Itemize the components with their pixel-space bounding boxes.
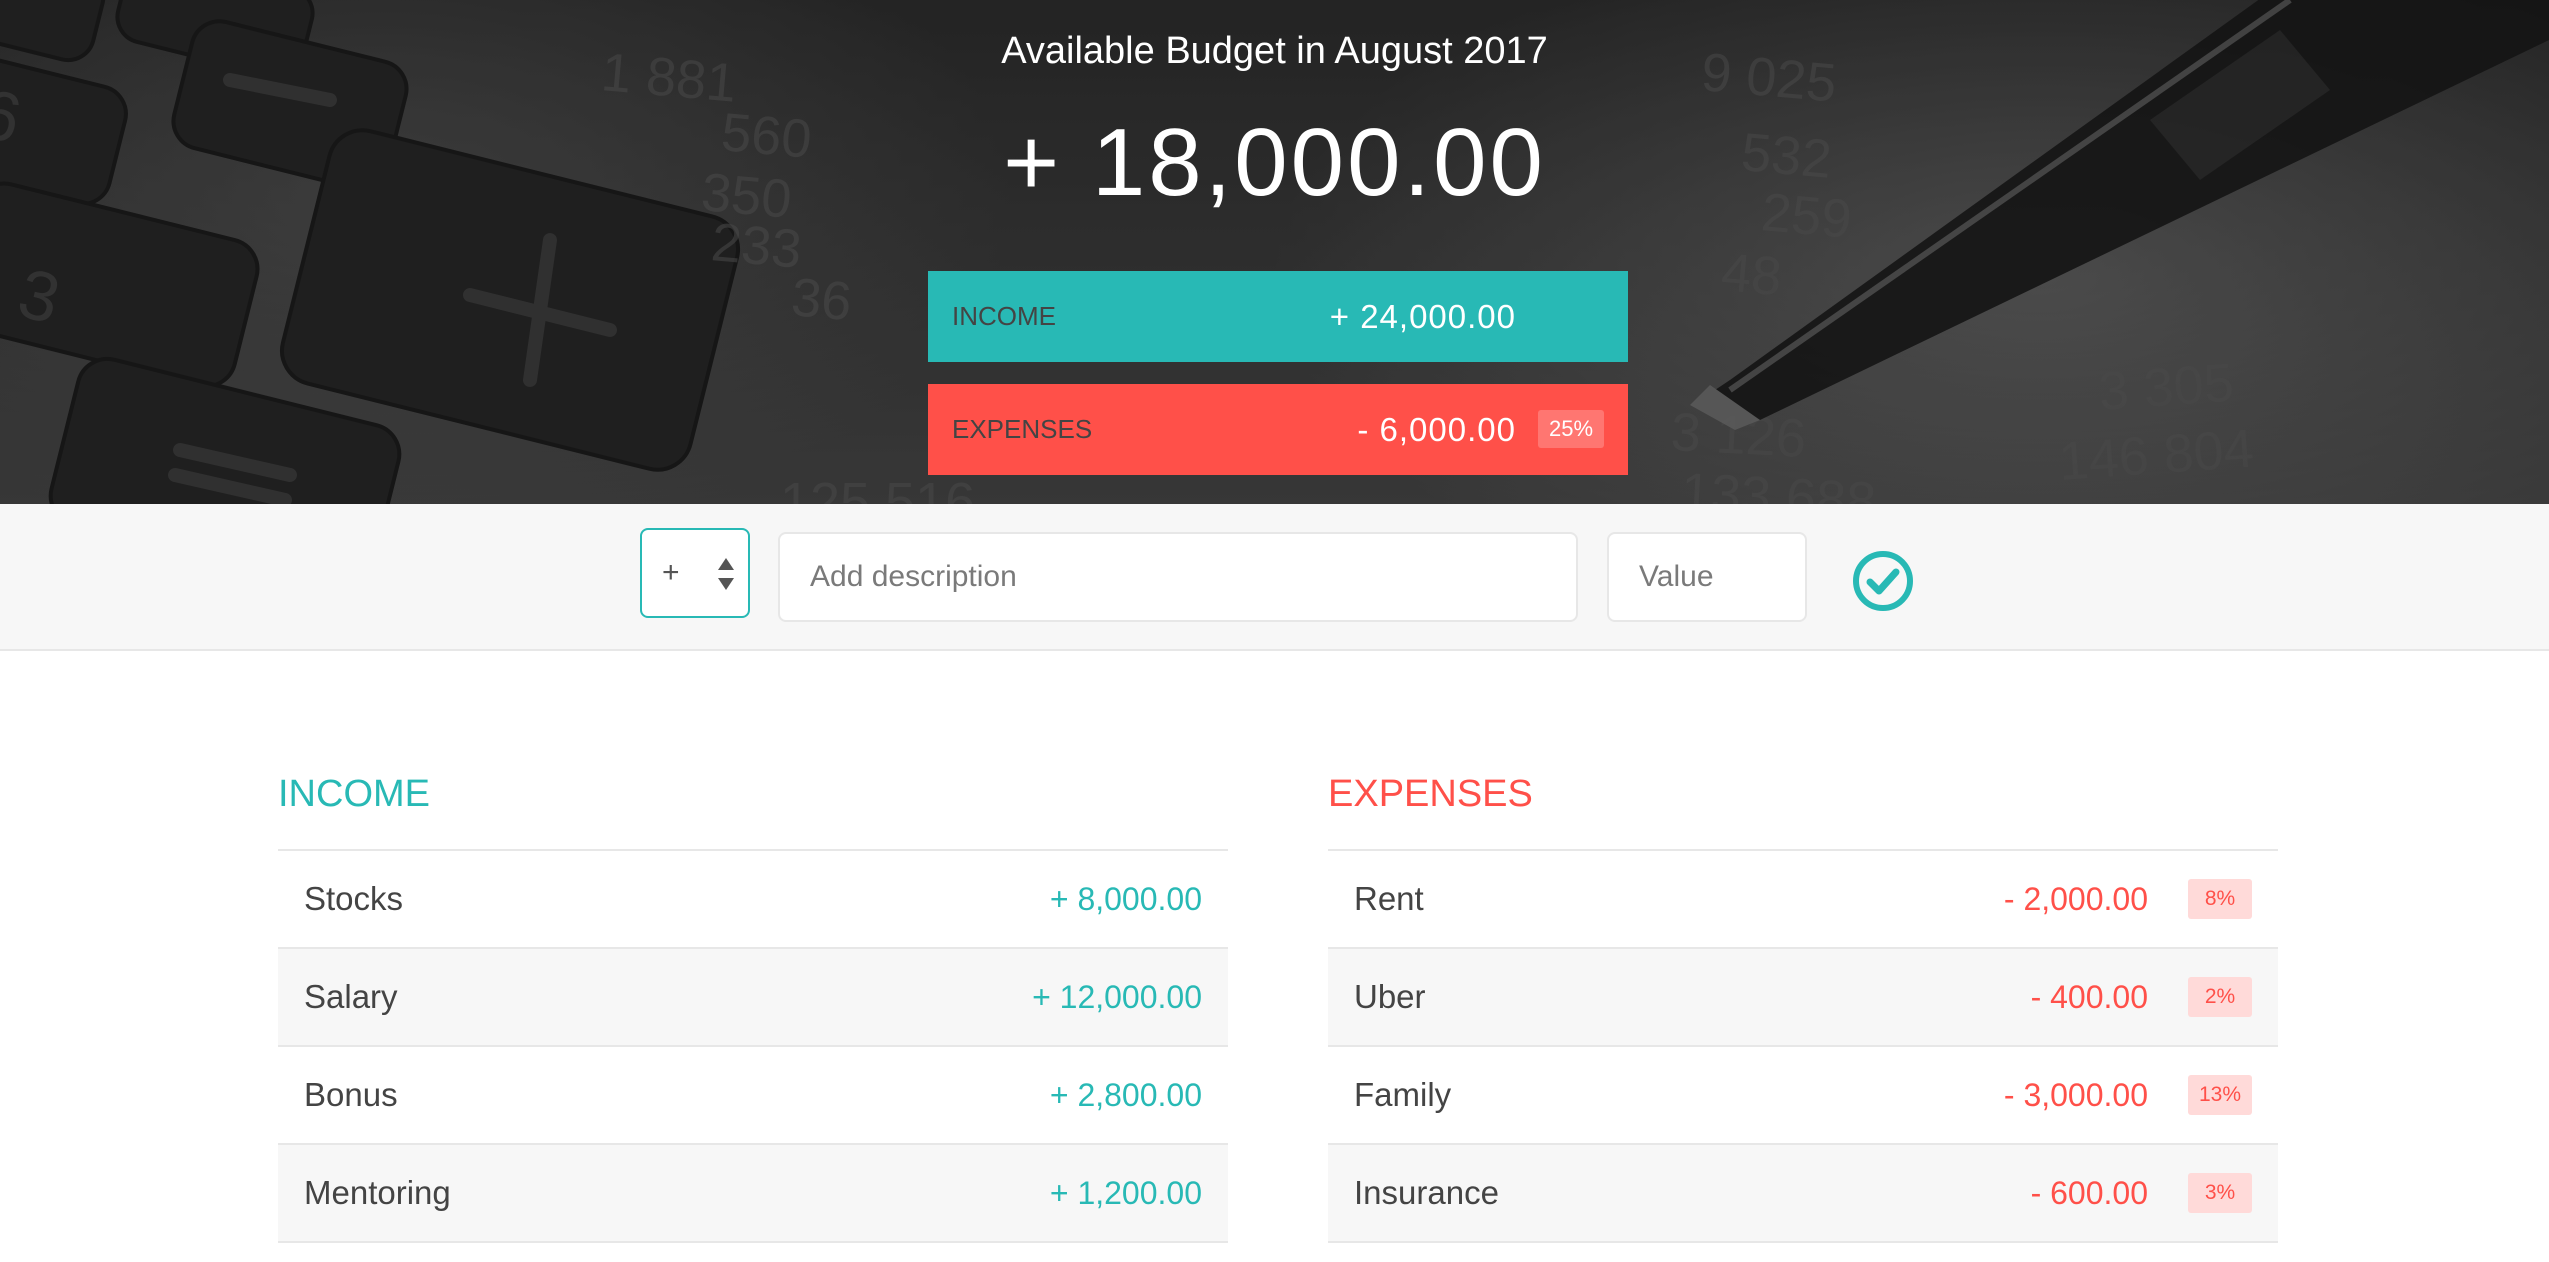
expense-item[interactable]: Uber - 400.00 2% — [1328, 949, 2278, 1047]
expense-item[interactable]: Insurance - 600.00 3% — [1328, 1145, 2278, 1243]
expense-item-percentage: 2% — [2188, 977, 2252, 1017]
expense-item-description: Family — [1354, 1076, 1452, 1113]
expenses-summary: EXPENSES - 6,000.00 25% — [928, 384, 1628, 475]
income-summary: INCOME + 24,000.00 — [928, 271, 1628, 362]
expense-item[interactable]: Rent - 2,000.00 8% — [1328, 851, 2278, 949]
expense-item-description: Insurance — [1354, 1174, 1499, 1211]
value-input[interactable] — [1607, 532, 1807, 622]
budget-value: + 18,000.00 — [1003, 109, 1546, 216]
expenses-list: Rent - 2,000.00 8% Uber - 400.00 2% Fami… — [1328, 849, 2278, 1243]
expense-item-value: - 2,000.00 — [2003, 881, 2148, 917]
income-item[interactable]: Mentoring + 1,200.00 — [278, 1145, 1228, 1243]
expenses-summary-amount: - 6,000.00 — [1357, 411, 1516, 448]
income-item[interactable]: Stocks + 8,000.00 — [278, 851, 1228, 949]
income-item-description: Mentoring — [304, 1174, 451, 1211]
up-down-arrows-icon — [718, 558, 734, 590]
income-item-value: + 8,000.00 — [1049, 881, 1202, 917]
expense-item-description: Rent — [1354, 880, 1424, 917]
expense-item-value: - 3,000.00 — [2003, 1077, 2148, 1113]
income-item-description: Bonus — [304, 1076, 398, 1113]
expenses-summary-percentage: 25% — [1538, 410, 1604, 448]
expense-item-description: Uber — [1354, 978, 1426, 1015]
description-input[interactable] — [778, 532, 1578, 622]
income-summary-label: INCOME — [952, 301, 1056, 331]
expenses-summary-label: EXPENSES — [952, 414, 1093, 444]
expense-item-percentage: 13% — [2188, 1075, 2252, 1115]
income-list: Stocks + 8,000.00 Salary + 12,000.00 Bon… — [278, 849, 1228, 1243]
expense-item-percentage: 3% — [2188, 1173, 2252, 1213]
expense-item-value: - 600.00 — [2030, 1175, 2148, 1211]
income-item-value: + 12,000.00 — [1032, 979, 1202, 1015]
checkmark-circle-icon — [1853, 551, 1913, 611]
budget-title: Available Budget in August 2017 — [1001, 30, 1548, 72]
income-item-description: Salary — [304, 978, 398, 1015]
income-item-value: + 1,200.00 — [1049, 1175, 1202, 1211]
expenses-title: EXPENSES — [1328, 773, 1533, 815]
expense-item-percentage: 8% — [2188, 879, 2252, 919]
budget-header: 3 6 1 881 560 350 233 36 9 025 532 259 4… — [0, 0, 2549, 504]
income-item-value: + 2,800.00 — [1049, 1077, 1202, 1113]
type-select-value: + — [662, 556, 680, 589]
expense-item-value: - 400.00 — [2030, 979, 2148, 1015]
income-item[interactable]: Bonus + 2,800.00 — [278, 1047, 1228, 1145]
add-button[interactable] — [1852, 550, 1914, 612]
income-title: INCOME — [278, 773, 430, 815]
expense-item[interactable]: Family - 3,000.00 13% — [1328, 1047, 2278, 1145]
type-select[interactable]: + — [640, 528, 750, 618]
income-summary-amount: + 24,000.00 — [1329, 298, 1516, 335]
income-item-description: Stocks — [304, 880, 404, 917]
income-item[interactable]: Salary + 12,000.00 — [278, 949, 1228, 1047]
